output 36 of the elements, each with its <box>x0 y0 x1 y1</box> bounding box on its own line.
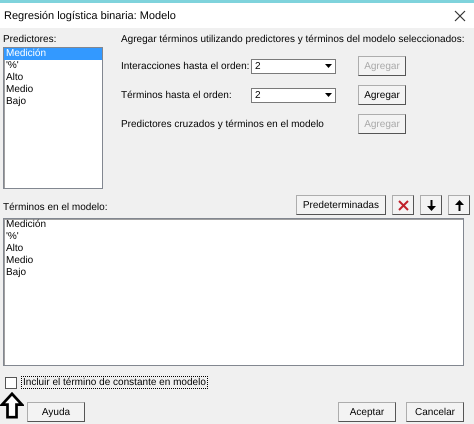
predictors-label: Predictores: <box>3 34 58 45</box>
term-item[interactable]: Medición <box>4 219 463 231</box>
predictors-list[interactable]: Medición '%' Alto Medio Bajo <box>3 47 103 189</box>
constant-checkbox[interactable] <box>5 376 17 388</box>
delete-icon <box>398 200 408 210</box>
caret-icon <box>325 64 332 68</box>
term-item[interactable]: Bajo <box>4 267 463 279</box>
move-up-button[interactable] <box>448 195 470 215</box>
ok-button[interactable]: Aceptar <box>338 402 396 422</box>
add-button[interactable]: Agregar <box>358 85 406 105</box>
constant-label[interactable]: Incluir el término de constante en modelo <box>21 376 208 389</box>
caret-icon <box>325 93 332 97</box>
order-label: Términos hasta el orden: <box>121 90 233 100</box>
terms-label: Términos en el modelo: <box>3 202 108 213</box>
order-label: Interacciones hasta el orden: <box>121 60 250 72</box>
move-down-button[interactable] <box>420 195 442 215</box>
close-icon[interactable] <box>454 10 466 22</box>
predictor-item[interactable]: Bajo <box>4 96 102 108</box>
order-dropdown[interactable]: 2 <box>251 88 336 102</box>
arrow-up-icon <box>454 200 464 210</box>
predictor-item[interactable]: Medio <box>4 84 102 96</box>
delete-button[interactable] <box>392 195 414 215</box>
predictor-item[interactable]: '%' <box>4 60 102 72</box>
term-item[interactable]: Medio <box>4 255 463 267</box>
cancel-button[interactable]: Cancelar <box>406 402 464 422</box>
add-terms-heading: Agregar términos utilizando predictores y términos del modelo seleccionados: <box>121 34 466 45</box>
term-item[interactable]: Alto <box>4 243 463 255</box>
arrow-down-icon <box>426 200 436 210</box>
predictor-item[interactable]: Alto <box>4 72 102 84</box>
default-button[interactable]: Predeterminadas <box>296 195 386 215</box>
window-title: Regresión logística binaria: Modelo <box>4 10 176 22</box>
help-button[interactable]: Ayuda <box>27 402 85 422</box>
term-item[interactable]: '%' <box>4 231 463 243</box>
up-arrow-annotation-icon <box>0 392 24 419</box>
order-label: Predictores cruzados y términos en el modelo <box>121 118 325 130</box>
terms-list[interactable]: Medición '%' Alto Medio Bajo <box>3 218 464 366</box>
